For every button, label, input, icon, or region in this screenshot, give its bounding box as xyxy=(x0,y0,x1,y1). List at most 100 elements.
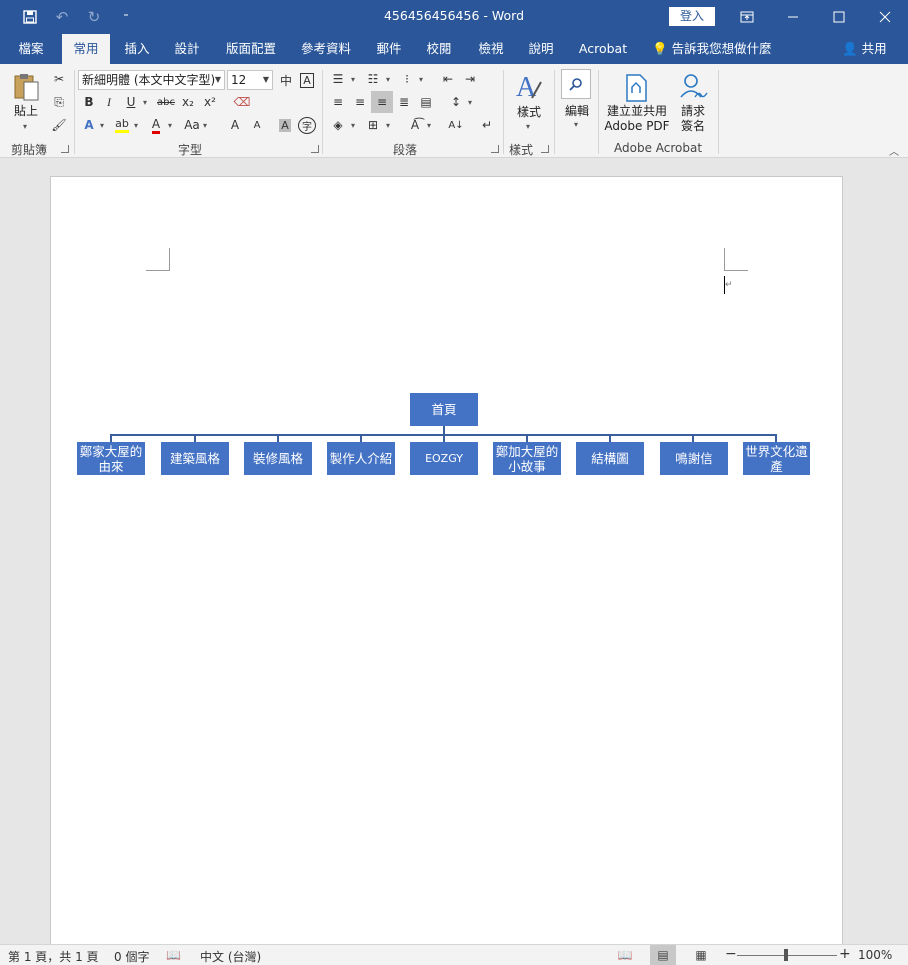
enclose-chars-icon[interactable]: 字 xyxy=(296,114,318,136)
paste-label[interactable]: 貼上 xyxy=(10,104,42,119)
strikethrough-button[interactable]: abc xyxy=(155,91,177,113)
copy-icon[interactable]: ⎘ xyxy=(48,91,70,113)
font-color-dropdown-icon[interactable]: ▾ xyxy=(168,121,172,130)
orgchart-child-node[interactable]: 鳴謝信 xyxy=(660,442,728,475)
justify-icon[interactable]: ≣ xyxy=(393,91,415,113)
tab-home[interactable]: 常用 xyxy=(62,34,110,64)
font-color-icon[interactable]: A xyxy=(145,114,167,136)
clipboard-paste-icon[interactable] xyxy=(12,72,40,102)
sign-in-button[interactable]: 登入 xyxy=(669,7,715,26)
multilevel-dropdown-icon[interactable]: ▾ xyxy=(419,75,423,84)
orgchart-child-node[interactable]: EOZGY xyxy=(410,442,478,475)
share-button[interactable]: 👤 共用 xyxy=(842,34,887,64)
font-name-combo[interactable]: 新細明體 (本文中文字型) ▼ xyxy=(78,70,225,90)
clear-formatting-icon[interactable]: ⌫ xyxy=(231,91,253,113)
change-case-button[interactable]: Aa xyxy=(180,114,204,136)
show-marks-icon[interactable]: ↵ xyxy=(476,114,498,136)
styles-dropdown-icon[interactable]: ▾ xyxy=(526,122,530,131)
align-left-icon[interactable]: ≡ xyxy=(327,91,349,113)
word-count[interactable]: 0 個字 xyxy=(114,948,149,965)
borders-dropdown-icon[interactable]: ▾ xyxy=(386,121,390,130)
multilevel-list-icon[interactable]: ⁝ xyxy=(396,68,418,90)
bullets-dropdown-icon[interactable]: ▾ xyxy=(351,75,355,84)
shrink-font-button[interactable]: A xyxy=(246,114,268,136)
request-signature-label-1[interactable]: 請求 xyxy=(676,104,710,119)
highlight-icon[interactable]: ab xyxy=(111,114,133,136)
tab-review[interactable]: 校閱 xyxy=(418,34,460,64)
borders-icon[interactable]: ⊞ xyxy=(362,114,384,136)
tab-layout[interactable]: 版面配置 xyxy=(220,34,282,64)
char-border-icon[interactable]: A xyxy=(296,69,318,91)
line-spacing-icon[interactable]: ↕ xyxy=(445,91,467,113)
paste-dropdown-icon[interactable]: ▾ xyxy=(23,122,27,131)
styles-button-label[interactable]: 樣式 xyxy=(512,105,546,120)
tab-mailings[interactable]: 郵件 xyxy=(368,34,410,64)
editing-dropdown-icon[interactable]: ▾ xyxy=(574,120,578,129)
create-pdf-label-2[interactable]: Adobe PDF xyxy=(602,119,672,134)
shading-dropdown-icon[interactable]: ▾ xyxy=(351,121,355,130)
underline-dropdown-icon[interactable]: ▾ xyxy=(143,98,147,107)
distributed-icon[interactable]: ▤ xyxy=(415,91,437,113)
create-pdf-label-1[interactable]: 建立並共用 xyxy=(602,104,672,119)
orgchart-child-node[interactable]: 結構圖 xyxy=(576,442,644,475)
font-launcher-icon[interactable] xyxy=(311,145,319,153)
web-layout-icon[interactable]: ▦ xyxy=(688,945,714,965)
maximize-icon[interactable] xyxy=(816,0,862,34)
char-shading-icon[interactable]: A xyxy=(274,114,296,136)
request-signature-icon[interactable] xyxy=(677,71,709,103)
proofing-icon[interactable]: 📖 xyxy=(166,948,181,962)
bullets-icon[interactable]: ☰ xyxy=(327,68,349,90)
tab-acrobat[interactable]: Acrobat xyxy=(574,34,632,64)
undo-icon[interactable]: ↶ xyxy=(50,5,74,29)
redo-icon[interactable]: ↻ xyxy=(82,5,106,29)
customize-qat-icon[interactable]: ⁼ xyxy=(114,5,138,29)
zoom-slider-thumb[interactable] xyxy=(784,949,788,961)
underline-button[interactable]: U xyxy=(120,91,142,113)
shading-icon[interactable]: ◈ xyxy=(327,114,349,136)
tab-view[interactable]: 檢視 xyxy=(470,34,512,64)
numbering-icon[interactable]: ☷ xyxy=(362,68,384,90)
zoom-in-icon[interactable]: + xyxy=(839,946,851,962)
search-icon[interactable] xyxy=(561,69,591,99)
tab-insert[interactable]: 插入 xyxy=(116,34,158,64)
cut-icon[interactable]: ✂ xyxy=(48,68,70,90)
paragraph-launcher-icon[interactable] xyxy=(491,145,499,153)
increase-indent-icon[interactable]: ⇥ xyxy=(459,68,481,90)
italic-button[interactable]: I xyxy=(98,91,120,113)
text-effects-dropdown-icon[interactable]: ▾ xyxy=(100,121,104,130)
request-signature-label-2[interactable]: 簽名 xyxy=(676,119,710,134)
zoom-level[interactable]: 100% xyxy=(858,948,892,962)
orgchart-child-node[interactable]: 製作人介紹 xyxy=(327,442,395,475)
orgchart-child-node[interactable]: 裝修風格 xyxy=(244,442,312,475)
chinese-layout-dropdown-icon[interactable]: ▾ xyxy=(427,121,431,130)
format-painter-icon[interactable]: 🖌 xyxy=(48,114,70,136)
align-right-icon[interactable]: ≡ xyxy=(371,91,393,113)
orgchart-child-node[interactable]: 鄭加大屋的小故事 xyxy=(493,442,561,475)
editing-button-label[interactable]: 編輯 xyxy=(560,104,594,119)
highlight-dropdown-icon[interactable]: ▾ xyxy=(134,121,138,130)
styles-icon[interactable]: A xyxy=(514,70,544,104)
numbering-dropdown-icon[interactable]: ▾ xyxy=(386,75,390,84)
clipboard-launcher-icon[interactable] xyxy=(61,145,69,153)
text-effects-icon[interactable]: A xyxy=(78,114,100,136)
tab-design[interactable]: 設計 xyxy=(166,34,208,64)
tell-me-box[interactable]: 💡 告訴我您想做什麼 xyxy=(652,34,772,64)
tab-references[interactable]: 參考資料 xyxy=(294,34,358,64)
orgchart-child-node[interactable]: 世界文化遺產 xyxy=(743,442,810,475)
ribbon-display-options-icon[interactable] xyxy=(724,0,770,34)
decrease-indent-icon[interactable]: ⇤ xyxy=(437,68,459,90)
orgchart-child-node[interactable]: 鄭家大屋的由來 xyxy=(77,442,145,475)
sort-icon[interactable]: A↓ xyxy=(445,114,467,136)
grow-font-button[interactable]: A xyxy=(224,114,246,136)
create-pdf-icon[interactable] xyxy=(624,73,650,103)
page-count[interactable]: 第 1 頁，共 1 頁 xyxy=(8,948,99,965)
bold-button[interactable]: B xyxy=(78,91,100,113)
chinese-layout-icon[interactable]: A͡ xyxy=(404,114,426,136)
orgchart-child-node[interactable]: 建築風格 xyxy=(161,442,229,475)
subscript-button[interactable]: x₂ xyxy=(177,91,199,113)
language-indicator[interactable]: 中文 (台灣) xyxy=(200,948,261,965)
print-layout-icon[interactable]: ▤ xyxy=(650,945,676,965)
save-icon[interactable] xyxy=(18,5,42,29)
close-icon[interactable] xyxy=(862,0,908,34)
superscript-button[interactable]: x² xyxy=(199,91,221,113)
